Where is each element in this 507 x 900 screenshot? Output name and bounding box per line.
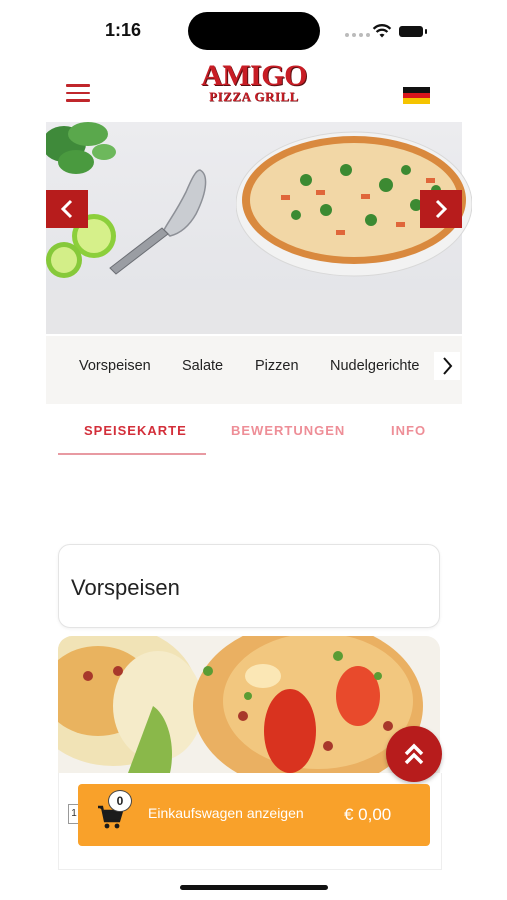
amigo-logo: AMIGO PIZZA GRILL	[200, 59, 308, 110]
status-time: 1:16	[105, 20, 142, 40]
tab-info[interactable]: INFO	[391, 423, 426, 438]
wifi-icon	[372, 24, 392, 38]
tab-speisekarte[interactable]: SPEISEKARTE	[84, 423, 187, 438]
hamburger-menu-icon[interactable]	[66, 84, 90, 102]
cart-total: € 0,00	[344, 805, 392, 824]
category-pizzen[interactable]: Pizzen	[255, 358, 299, 374]
cart-count-badge: 0	[108, 790, 132, 812]
dynamic-island	[188, 12, 320, 50]
germany-flag-icon[interactable]	[403, 87, 430, 105]
cellular-signal-icon	[345, 33, 370, 37]
chevron-right-icon	[443, 357, 453, 375]
double-chevron-up-icon	[404, 743, 424, 765]
slider-prev-button[interactable]	[46, 190, 88, 228]
home-indicator	[180, 885, 328, 890]
category-nudelgerichte[interactable]: Nudelgerichte	[330, 358, 419, 374]
battery-icon	[399, 26, 423, 37]
logo-subtitle: PIZZA GRILL	[209, 89, 299, 104]
scroll-to-top-button[interactable]	[386, 726, 442, 782]
category-vorspeisen[interactable]: Vorspeisen	[79, 358, 151, 374]
tab-bewertungen[interactable]: BEWERTUNGEN	[231, 423, 345, 438]
pizza-server-image	[109, 169, 207, 275]
chevron-right-icon	[435, 199, 448, 219]
section-title: Vorspeisen	[71, 575, 180, 600]
slider-next-button[interactable]	[420, 190, 462, 228]
active-tab-indicator	[58, 453, 206, 455]
battery-tip	[425, 29, 427, 34]
cart-label: Einkaufswagen anzeigen	[148, 805, 304, 821]
category-salate[interactable]: Salate	[182, 358, 223, 374]
logo-title: AMIGO	[201, 59, 307, 92]
vorspeisen-food-image	[58, 636, 440, 773]
chevron-left-icon	[60, 199, 73, 219]
category-next-button[interactable]	[434, 352, 460, 380]
slider-table-surface	[46, 290, 462, 334]
